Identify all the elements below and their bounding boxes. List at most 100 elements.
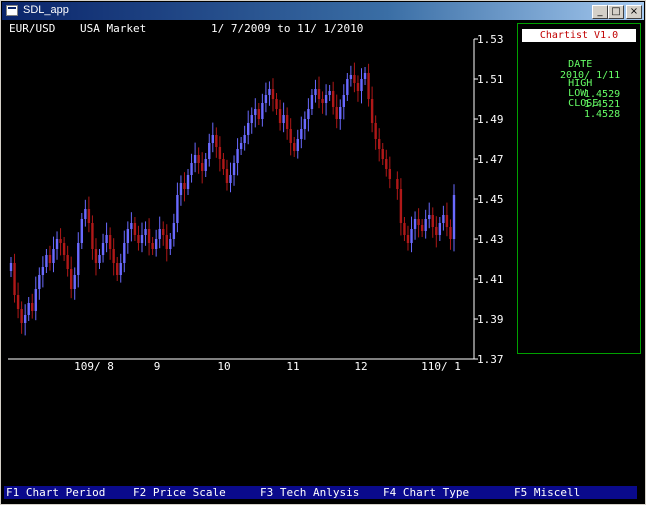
candle-body xyxy=(183,183,186,189)
price-tick-label: 1.37 xyxy=(477,353,504,366)
candle-body xyxy=(254,109,257,115)
close-value: 1.4528 xyxy=(584,109,621,120)
date-tick-label: 10 xyxy=(217,360,230,373)
candle-body xyxy=(275,99,278,109)
candle-body xyxy=(215,135,218,147)
candle-body xyxy=(108,235,112,249)
menu-chart-period[interactable]: F1 Chart Period xyxy=(6,486,105,499)
candle-body xyxy=(449,227,452,239)
candle-body xyxy=(360,79,363,91)
candle-body xyxy=(140,235,144,243)
candle-body xyxy=(396,179,399,189)
candle-body xyxy=(52,249,55,263)
window-title: SDL_app xyxy=(23,4,69,16)
candle-body xyxy=(66,255,69,269)
candle-body xyxy=(204,159,207,171)
chart-market: USA Market xyxy=(80,22,146,35)
candle-body xyxy=(324,95,328,103)
candle-body xyxy=(162,229,165,235)
candle-body xyxy=(385,159,388,169)
candle-body xyxy=(218,147,222,159)
candle-body xyxy=(186,175,190,189)
date-tick-label: 12 xyxy=(354,360,367,373)
candle-body xyxy=(381,149,384,159)
candle-body xyxy=(13,263,16,295)
menu-tech-analysis[interactable]: F3 Tech Anlysis xyxy=(260,486,359,499)
candle-body xyxy=(133,223,137,235)
candle-body xyxy=(225,169,229,183)
candle-body xyxy=(41,267,45,275)
candle-body xyxy=(31,303,34,311)
candle-body xyxy=(48,255,52,263)
candle-body xyxy=(200,163,204,171)
candle-body xyxy=(179,183,183,195)
candle-body xyxy=(239,143,243,149)
candle-body xyxy=(55,239,59,249)
candle-body xyxy=(94,249,98,263)
candle-body xyxy=(268,89,271,95)
close-button[interactable]: × xyxy=(626,5,642,19)
menu-chart-type[interactable]: F4 Chart Type xyxy=(383,486,469,499)
candle-body xyxy=(349,75,353,79)
candle-body xyxy=(331,91,335,107)
date-tick-label: 9 xyxy=(154,360,161,373)
candle-body xyxy=(307,109,310,119)
candle-body xyxy=(197,155,200,163)
candle-body xyxy=(431,215,434,227)
candle-body xyxy=(144,229,147,235)
candle-body xyxy=(98,255,101,263)
close-row: CLOSE 1.4528 xyxy=(520,87,620,131)
candle-body xyxy=(377,139,381,149)
candle-body xyxy=(321,99,324,103)
candle-body xyxy=(435,227,438,235)
candle-body xyxy=(370,99,374,123)
candle-body xyxy=(105,235,108,243)
candle-body xyxy=(445,215,449,227)
date-tick-label: 110/ 1 xyxy=(421,360,461,373)
candle-body xyxy=(190,163,193,175)
candle-body xyxy=(424,219,427,231)
candle-body xyxy=(116,263,119,275)
menu-miscell[interactable]: F5 Miscell xyxy=(514,486,580,499)
candle-body xyxy=(27,303,30,315)
candle-body xyxy=(264,95,268,103)
candle-body xyxy=(289,129,292,143)
candle-body xyxy=(250,115,253,123)
price-tick-label: 1.53 xyxy=(477,33,504,46)
candle-body xyxy=(208,143,211,159)
candle-body xyxy=(20,309,23,323)
candle-body xyxy=(87,209,91,223)
title-bar[interactable]: SDL_app _ □ × xyxy=(2,2,644,20)
candle-body xyxy=(211,135,214,143)
candle-body xyxy=(169,239,172,249)
price-tick-label: 1.45 xyxy=(477,193,504,206)
candle-body xyxy=(300,129,303,139)
menu-price-scale[interactable]: F2 Price Scale xyxy=(133,486,226,499)
candle-body xyxy=(154,239,158,249)
candle-body xyxy=(367,73,370,99)
candle-body xyxy=(193,155,197,163)
candle-body xyxy=(428,215,431,219)
maximize-button[interactable]: □ xyxy=(608,5,624,19)
candle-body xyxy=(62,243,66,255)
candle-body xyxy=(45,255,48,267)
candle-body xyxy=(101,243,105,255)
candle-body xyxy=(403,223,406,235)
price-tick-label: 1.41 xyxy=(477,273,504,286)
candle-body xyxy=(243,135,246,143)
app-window: SDL_app _ □ × 1.53 1.51 1.49 1.47 1.45 1.43 1.… xyxy=(0,0,646,505)
candle-body xyxy=(16,295,20,309)
price-chart[interactable]: 1.53 1.51 1.49 1.47 1.45 1.43 1.41 1.39 1.37 109/… xyxy=(4,21,516,373)
candle-body xyxy=(77,243,80,275)
candle-body xyxy=(236,149,239,163)
candle-body xyxy=(413,219,417,229)
candle-body xyxy=(126,229,130,243)
price-tick-label: 1.51 xyxy=(477,73,504,86)
candle-body xyxy=(328,91,331,95)
candle-body xyxy=(452,195,456,239)
candle-body xyxy=(285,115,289,129)
minimize-button[interactable]: _ xyxy=(592,5,608,19)
candle-body xyxy=(438,223,442,235)
candle-body xyxy=(314,89,317,95)
candle-body xyxy=(317,89,321,99)
